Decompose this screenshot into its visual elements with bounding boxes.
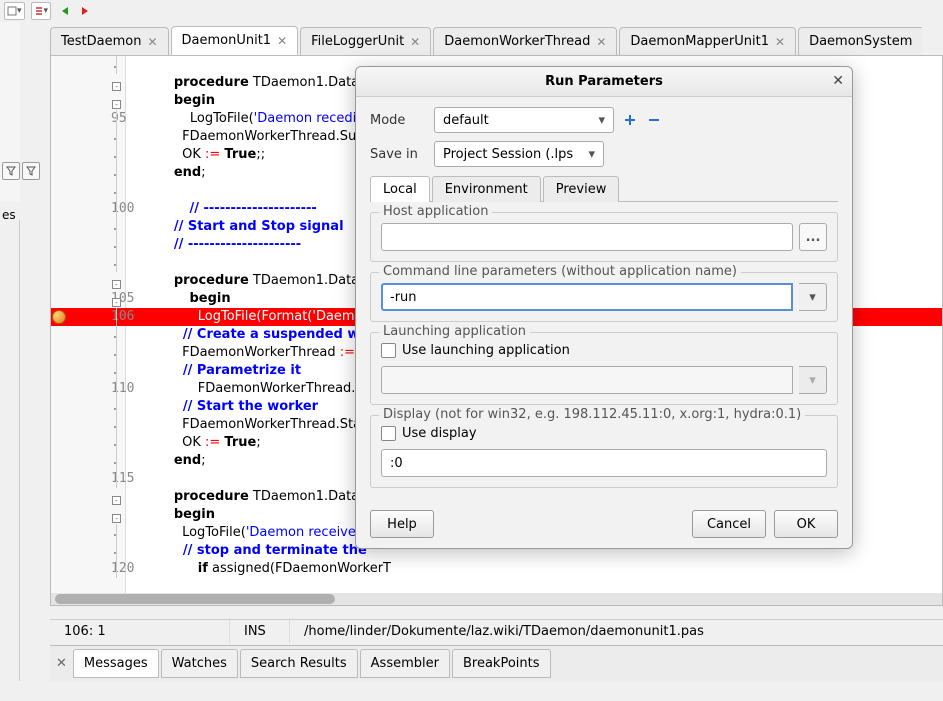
tool-dropdown-1[interactable]: ▾ bbox=[4, 2, 25, 20]
use-launching-checkbox[interactable] bbox=[381, 343, 396, 358]
tab-label: DaemonWorkerThread bbox=[444, 34, 590, 49]
tab-daemonsystem[interactable]: DaemonSystem bbox=[798, 27, 922, 55]
browse-button[interactable]: ... bbox=[799, 223, 827, 251]
launching-app-group: Launching application Use launching appl… bbox=[370, 332, 838, 405]
tab-daemonworkerthread[interactable]: DaemonWorkerThread ✕ bbox=[433, 27, 617, 55]
close-icon[interactable]: ✕ bbox=[410, 35, 420, 49]
savein-combo[interactable]: Project Session (.lps ▾ bbox=[434, 141, 604, 167]
scrollbar-thumb[interactable] bbox=[55, 594, 335, 604]
mode-label: Mode bbox=[370, 113, 426, 128]
tab-label: TestDaemon bbox=[61, 34, 141, 49]
close-icon[interactable]: ✕ bbox=[277, 34, 287, 48]
tab-daemonunit1[interactable]: DaemonUnit1 ✕ bbox=[171, 26, 299, 55]
cmdline-group-title: Command line parameters (without applica… bbox=[379, 264, 741, 279]
display-group-title: Display (not for win32, e.g. 198.112.45.… bbox=[379, 407, 805, 422]
file-path: /home/linder/Dokumente/laz.wiki/TDaemon/… bbox=[290, 620, 943, 643]
cmdline-input[interactable] bbox=[381, 283, 793, 311]
savein-label: Save in bbox=[370, 147, 426, 162]
help-button[interactable]: Help bbox=[370, 510, 434, 538]
left-sliver bbox=[0, 220, 20, 681]
tab-testdaemon[interactable]: TestDaemon ✕ bbox=[50, 27, 169, 55]
use-launching-label: Use launching application bbox=[402, 343, 570, 358]
left-toolbar-buttons bbox=[0, 160, 44, 200]
remove-mode-icon[interactable] bbox=[646, 112, 662, 128]
close-icon[interactable]: ✕ bbox=[147, 35, 157, 49]
panel-tab-messages[interactable]: Messages bbox=[73, 649, 159, 678]
insert-mode: INS bbox=[230, 620, 290, 643]
chevron-down-icon: ▾ bbox=[598, 113, 605, 128]
nav-forward-icon[interactable] bbox=[77, 3, 93, 19]
close-icon[interactable]: ✕ bbox=[832, 73, 844, 89]
launching-group-title: Launching application bbox=[379, 324, 530, 339]
cmdline-group: Command line parameters (without applica… bbox=[370, 272, 838, 322]
run-parameters-dialog: Run Parameters ✕ Mode default ▾ Save in … bbox=[355, 66, 853, 549]
cmdline-history-button[interactable]: ▾ bbox=[799, 283, 827, 311]
top-toolbar: ▾ ▾ bbox=[0, 0, 97, 22]
tab-label: FileLoggerUnit bbox=[311, 34, 404, 49]
panel-tab-assembler[interactable]: Assembler bbox=[360, 649, 450, 678]
dialog-titlebar[interactable]: Run Parameters ✕ bbox=[356, 67, 852, 97]
filter-tool-1[interactable] bbox=[2, 162, 20, 180]
tab-fileloggerunit[interactable]: FileLoggerUnit ✕ bbox=[300, 27, 431, 55]
launching-history-button[interactable]: ▾ bbox=[799, 366, 827, 394]
panel-tab-searchresults[interactable]: Search Results bbox=[240, 649, 358, 678]
dialog-title-text: Run Parameters bbox=[545, 74, 663, 89]
use-display-label: Use display bbox=[402, 426, 477, 441]
chevron-down-icon: ▾ bbox=[809, 290, 816, 305]
host-application-group: Host application ... bbox=[370, 212, 838, 262]
close-icon[interactable]: ✕ bbox=[596, 35, 606, 49]
dialog-tabs: Local Environment Preview bbox=[370, 175, 838, 202]
host-group-title: Host application bbox=[379, 204, 492, 219]
close-icon[interactable]: ✕ bbox=[775, 35, 785, 49]
tab-daemonmapperunit1[interactable]: DaemonMapperUnit1 ✕ bbox=[619, 27, 796, 55]
tab-label: DaemonUnit1 bbox=[182, 33, 272, 48]
use-display-checkbox[interactable] bbox=[381, 426, 396, 441]
savein-value: Project Session (.lps bbox=[443, 147, 573, 162]
nav-back-icon[interactable] bbox=[57, 3, 73, 19]
cursor-position: 106: 1 bbox=[50, 620, 230, 643]
dialog-tab-environment[interactable]: Environment bbox=[432, 176, 541, 202]
tab-label: DaemonMapperUnit1 bbox=[630, 34, 769, 49]
tab-label: DaemonSystem bbox=[809, 34, 912, 49]
tool-dropdown-2[interactable]: ▾ bbox=[31, 2, 52, 20]
status-bar: 106: 1 INS /home/linder/Dokumente/laz.wi… bbox=[50, 619, 943, 643]
horizontal-scrollbar[interactable] bbox=[51, 593, 942, 605]
chevron-down-icon: ▾ bbox=[588, 147, 595, 162]
filter-tool-2[interactable] bbox=[22, 162, 40, 180]
host-application-input[interactable] bbox=[381, 223, 793, 251]
panel-close-icon[interactable]: ✕ bbox=[50, 654, 73, 673]
display-input[interactable] bbox=[381, 449, 827, 477]
panel-tab-breakpoints[interactable]: BreakPoints bbox=[452, 649, 551, 678]
chevron-down-icon: ▾ bbox=[809, 373, 816, 388]
panel-tab-watches[interactable]: Watches bbox=[161, 649, 238, 678]
bottom-panel: ✕ Messages Watches Search Results Assemb… bbox=[50, 645, 943, 681]
launching-app-input bbox=[381, 366, 793, 394]
add-mode-icon[interactable] bbox=[622, 112, 638, 128]
cancel-button[interactable]: Cancel bbox=[692, 510, 766, 538]
mode-value: default bbox=[443, 113, 489, 128]
editor-tabs: TestDaemon ✕ DaemonUnit1 ✕ FileLoggerUnit ✕… bbox=[50, 25, 943, 55]
mode-combo[interactable]: default ▾ bbox=[434, 107, 614, 133]
dialog-tab-local[interactable]: Local bbox=[370, 176, 430, 202]
display-group: Display (not for win32, e.g. 198.112.45.… bbox=[370, 415, 838, 488]
ok-button[interactable]: OK bbox=[774, 510, 838, 538]
dialog-tab-preview[interactable]: Preview bbox=[543, 176, 620, 202]
